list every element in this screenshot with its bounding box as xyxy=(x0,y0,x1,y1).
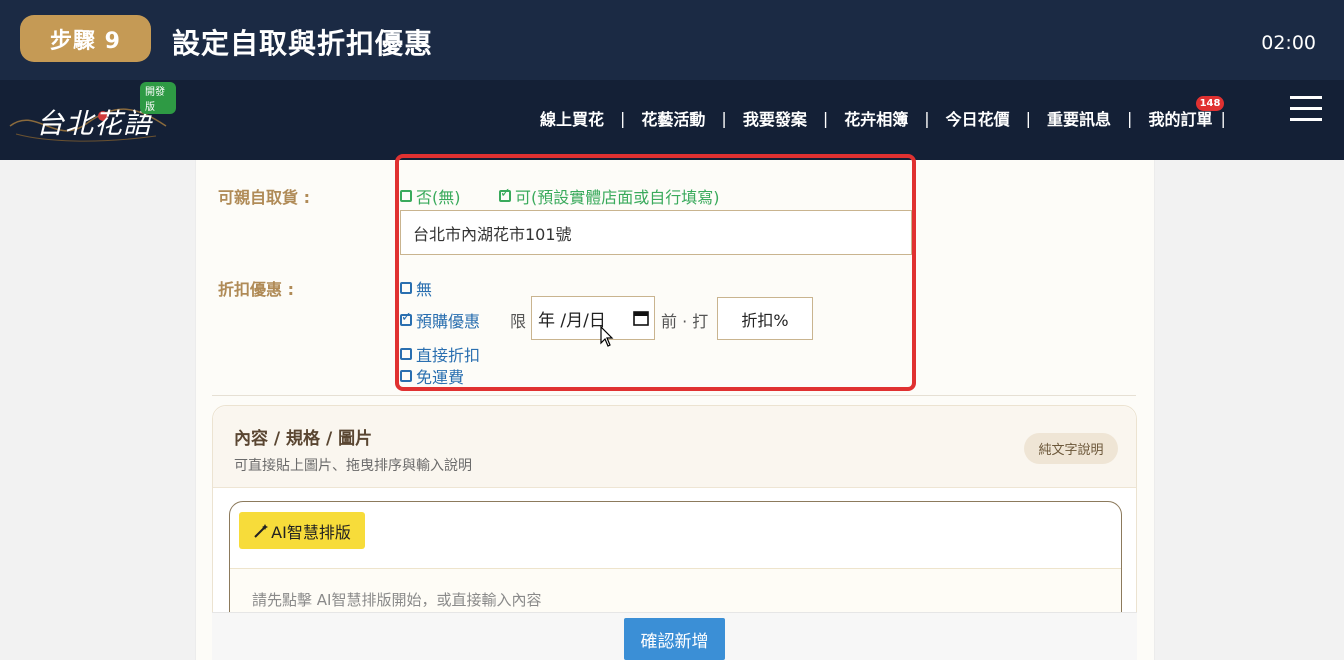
step-badge: 步驟 9 xyxy=(20,15,151,62)
checked-checkbox-icon[interactable] xyxy=(400,310,412,326)
discount-option-preorder-label: 預購優惠 xyxy=(416,312,481,331)
pickup-option-no[interactable]: 否(無) xyxy=(400,184,461,208)
pickup-option-no-label: 否(無) xyxy=(416,188,461,207)
content-section-subtitle: 可直接貼上圖片、拖曳排序與輸入說明 xyxy=(234,458,472,474)
step-title: 設定自取與折扣優惠 xyxy=(172,27,434,60)
logo-text: 台北花語 xyxy=(36,107,153,140)
nav-separator: | xyxy=(924,108,930,128)
nav-separator: | xyxy=(1127,108,1133,128)
mouse-cursor-icon xyxy=(600,326,614,347)
nav-separator: | xyxy=(721,108,727,128)
nav-separator: | xyxy=(620,108,626,128)
nav-separator: | xyxy=(822,108,829,128)
right-margin xyxy=(1155,160,1344,660)
discount-option-preorder[interactable]: 預購優惠 xyxy=(400,308,480,332)
pickup-address-input[interactable]: 台北市內湖花市101號 xyxy=(400,210,912,255)
nav-menu: 線上買花 | 花藝活動 | 我要發案 | 花卉相簿 | 今日花價 | 重要訊息 … xyxy=(540,96,1242,130)
magic-wand-icon xyxy=(254,523,269,538)
nav-separator: | xyxy=(1220,108,1226,128)
discount-option-direct-label: 直接折扣 xyxy=(416,346,481,365)
checkbox-icon[interactable] xyxy=(400,190,412,202)
ai-layout-button-label: AI智慧排版 xyxy=(271,522,351,542)
calendar-icon[interactable] xyxy=(633,310,649,326)
confirm-add-button[interactable]: 確認新增 xyxy=(624,618,725,660)
checkbox-icon[interactable] xyxy=(400,370,412,382)
limit-text: 限 xyxy=(510,312,527,331)
pickup-option-yes-label: 可(預設實體店面或自行填寫) xyxy=(515,188,720,207)
nav-item-buy-flowers[interactable]: 線上買花 xyxy=(540,106,604,130)
nav-separator: | xyxy=(1025,108,1032,128)
date-placeholder: 年 /月/日 xyxy=(538,310,606,331)
discount-option-free-shipping[interactable]: 免運費 xyxy=(400,364,464,388)
discount-label: 折扣優惠 : xyxy=(218,280,294,299)
nav-item-floral-activities[interactable]: 花藝活動 xyxy=(641,106,705,130)
step-bar: 步驟 9 設定自取與折扣優惠 02:00 xyxy=(0,0,1344,80)
pickup-option-yes[interactable]: 可(預設實體店面或自行填寫) xyxy=(499,184,720,208)
checked-checkbox-icon[interactable] xyxy=(499,186,511,202)
discount-option-direct[interactable]: 直接折扣 xyxy=(400,342,480,366)
preorder-date-input[interactable]: 年 /月/日 xyxy=(531,296,655,340)
editor-placeholder: 請先點擊 AI智慧排版開始，或直接輸入內容 xyxy=(252,591,542,609)
pickup-label: 可親自取貨 : xyxy=(218,188,310,207)
discount-percent-placeholder: 折扣% xyxy=(741,310,789,330)
hamburger-menu-icon[interactable] xyxy=(1290,96,1322,122)
nav-item-important-news[interactable]: 重要訊息 xyxy=(1047,106,1111,130)
discount-option-none-label: 無 xyxy=(416,280,433,299)
discount-percent-input[interactable]: 折扣% xyxy=(717,297,813,340)
nav-item-today-prices[interactable]: 今日花價 xyxy=(946,106,1010,130)
nav-item-flower-album[interactable]: 花卉相簿 xyxy=(844,106,908,130)
before-discount-text: 前 · 打 xyxy=(661,312,709,331)
discount-option-none[interactable]: 無 xyxy=(400,276,432,300)
site-nav: 台北花語 開發版 線上買花 | 花藝活動 | 我要發案 | 花卉相簿 | 今日花… xyxy=(0,80,1344,160)
checkbox-icon[interactable] xyxy=(400,348,412,360)
left-margin xyxy=(0,160,195,660)
pickup-address-value: 台北市內湖花市101號 xyxy=(413,224,572,244)
ai-layout-button[interactable]: AI智慧排版 xyxy=(239,512,365,549)
checkbox-icon[interactable] xyxy=(400,282,412,294)
orders-count-badge: 148 xyxy=(1195,96,1225,111)
dev-badge: 開發版 xyxy=(140,82,176,114)
nav-item-my-orders[interactable]: 我的訂單 xyxy=(1148,110,1212,129)
section-divider xyxy=(212,395,1136,396)
plain-text-description-button[interactable]: 純文字說明 xyxy=(1024,433,1118,464)
content-section-header: 內容 / 規格 / 圖片 可直接貼上圖片、拖曳排序與輸入說明 純文字說明 xyxy=(213,406,1136,488)
nav-item-post-job[interactable]: 我要發案 xyxy=(743,106,807,130)
step-timer: 02:00 xyxy=(1261,32,1316,54)
site-logo[interactable]: 台北花語 開發版 xyxy=(6,82,176,154)
nav-item-my-orders-wrap[interactable]: 我的訂單 148 xyxy=(1148,96,1225,130)
discount-option-free-shipping-label: 免運費 xyxy=(416,368,465,387)
content-section-title: 內容 / 規格 / 圖片 xyxy=(234,429,373,449)
